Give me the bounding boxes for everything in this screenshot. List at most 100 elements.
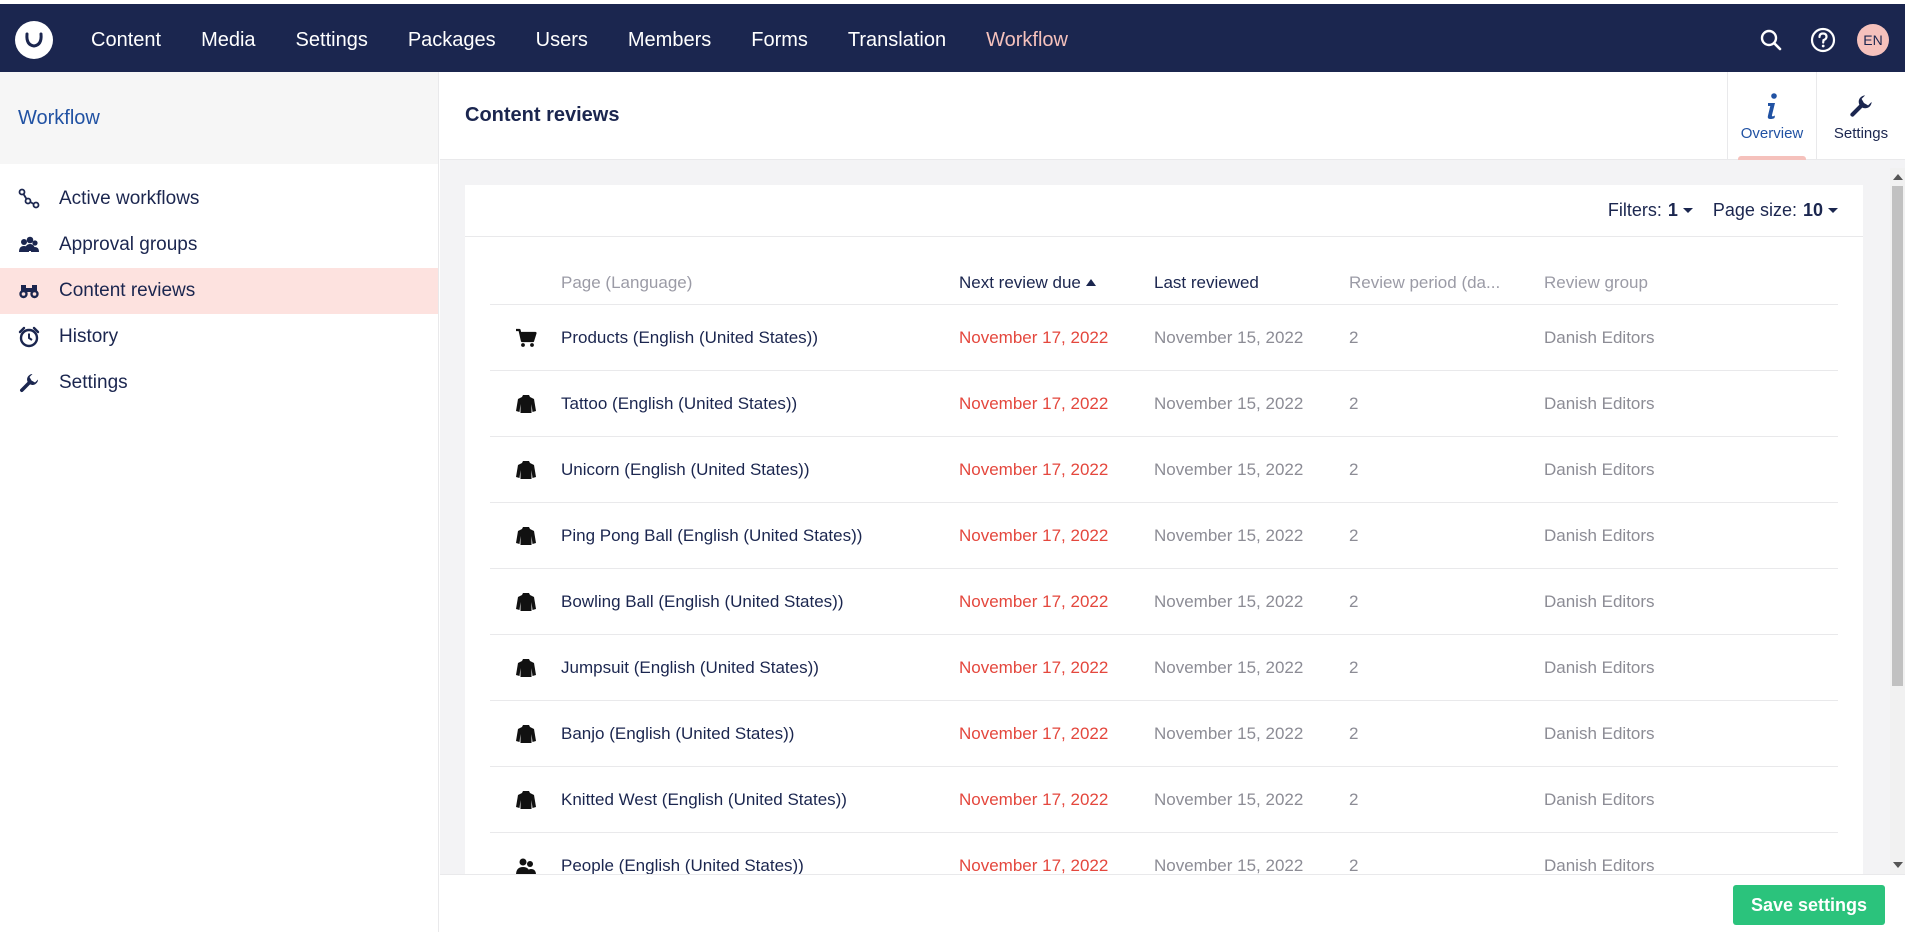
row-page[interactable]: Banjo (English (United States)) (561, 724, 959, 744)
column-next-review-due[interactable]: Next review due (959, 273, 1154, 293)
umbraco-logo-icon[interactable] (15, 21, 53, 59)
info-icon (1764, 91, 1780, 121)
row-next-review: November 17, 2022 (959, 459, 1109, 479)
nav-settings[interactable]: Settings (276, 4, 388, 76)
tab-overview-label: Overview (1740, 124, 1804, 142)
list-toolbar: Filters: 1 Page size: 10 (465, 185, 1863, 237)
sidebar: Workflow Active workflows Approval group… (0, 72, 439, 932)
shirt-icon (490, 591, 561, 613)
editor-footer: Save settings (440, 874, 1905, 932)
row-review-period: 2 (1349, 723, 1359, 743)
row-review-group: Danish Editors (1544, 525, 1655, 545)
row-next-review: November 17, 2022 (959, 723, 1109, 743)
nav-workflow[interactable]: Workflow (966, 4, 1088, 76)
page-size-value: 10 (1802, 200, 1823, 220)
table-row[interactable]: Knitted West (English (United States)) N… (490, 767, 1838, 833)
row-review-period: 2 (1349, 525, 1359, 545)
scroll-down-arrow-icon[interactable] (1893, 862, 1903, 868)
row-last-reviewed: November 15, 2022 (1154, 789, 1304, 809)
user-avatar[interactable]: EN (1857, 24, 1889, 56)
sidebar-item-settings[interactable]: Settings (0, 360, 438, 406)
nav-media[interactable]: Media (181, 4, 275, 76)
sidebar-title[interactable]: Workflow (18, 107, 100, 130)
filters-label: Filters: (1607, 200, 1662, 220)
row-page[interactable]: Knitted West (English (United States)) (561, 790, 959, 810)
row-next-review: November 17, 2022 (959, 657, 1109, 677)
row-next-review: November 17, 2022 (959, 855, 1109, 875)
table-row[interactable]: Ping Pong Ball (English (United States))… (490, 503, 1838, 569)
row-last-reviewed: November 15, 2022 (1154, 657, 1304, 677)
row-next-review: November 17, 2022 (959, 591, 1109, 611)
row-review-group: Danish Editors (1544, 789, 1655, 809)
tab-settings[interactable]: Settings (1816, 72, 1905, 160)
nav-users[interactable]: Users (516, 4, 608, 76)
wrench-icon (1848, 91, 1874, 121)
vertical-scrollbar[interactable] (1890, 168, 1905, 874)
sidebar-item-active-workflows[interactable]: Active workflows (0, 176, 438, 222)
row-review-period: 2 (1349, 459, 1359, 479)
nav-translation[interactable]: Translation (828, 4, 966, 76)
tab-overview[interactable]: Overview (1727, 72, 1816, 160)
people-icon (490, 855, 561, 876)
row-last-reviewed: November 15, 2022 (1154, 393, 1304, 413)
table-row[interactable]: People (English (United States)) Novembe… (490, 833, 1838, 875)
shirt-icon (490, 525, 561, 547)
row-review-period: 2 (1349, 657, 1359, 677)
row-page[interactable]: Ping Pong Ball (English (United States)) (561, 526, 959, 546)
nav-content[interactable]: Content (71, 4, 181, 76)
row-page[interactable]: People (English (United States)) (561, 856, 959, 876)
filters-dropdown[interactable]: Filters: 1 (1608, 200, 1693, 221)
row-page[interactable]: Products (English (United States)) (561, 328, 959, 348)
binoculars-icon (18, 280, 40, 302)
table-row[interactable]: Products (English (United States)) Novem… (490, 305, 1838, 371)
row-page[interactable]: Bowling Ball (English (United States)) (561, 592, 959, 612)
table-row[interactable]: Unicorn (English (United States)) Novemb… (490, 437, 1838, 503)
sidebar-item-history[interactable]: History (0, 314, 438, 360)
help-icon[interactable] (1805, 22, 1841, 58)
row-page[interactable]: Jumpsuit (English (United States)) (561, 658, 959, 678)
column-label: Next review due (959, 272, 1081, 292)
editor-header: Content reviews Overview Settings (440, 72, 1905, 160)
row-next-review: November 17, 2022 (959, 327, 1109, 347)
page-size-label: Page size: (1712, 200, 1797, 220)
row-page[interactable]: Tattoo (English (United States)) (561, 394, 959, 414)
nav-packages[interactable]: Packages (388, 4, 516, 76)
search-icon[interactable] (1753, 22, 1789, 58)
table-row[interactable]: Tattoo (English (United States)) Novembe… (490, 371, 1838, 437)
shirt-icon (490, 393, 561, 415)
table-row[interactable]: Banjo (English (United States)) November… (490, 701, 1838, 767)
shirt-icon (490, 459, 561, 481)
sidebar-item-approval-groups[interactable]: Approval groups (0, 222, 438, 268)
top-tools: EN (1753, 4, 1889, 76)
nav-forms[interactable]: Forms (731, 4, 828, 76)
tab-settings-label: Settings (1833, 124, 1889, 142)
row-review-period: 2 (1349, 591, 1359, 611)
scrollbar-thumb[interactable] (1892, 186, 1903, 686)
save-settings-button[interactable]: Save settings (1732, 885, 1885, 925)
table-row[interactable]: Jumpsuit (English (United States)) Novem… (490, 635, 1838, 701)
row-review-group: Danish Editors (1544, 327, 1655, 347)
workflow-icon (18, 188, 40, 210)
sidebar-tree: Active workflows Approval groups Content… (0, 164, 438, 406)
nav-members[interactable]: Members (608, 4, 731, 76)
row-page[interactable]: Unicorn (English (United States)) (561, 460, 959, 480)
editor-apps: Overview Settings (1727, 72, 1905, 160)
table-header: Page (Language) Next review due Last rev… (490, 261, 1838, 305)
row-next-review: November 17, 2022 (959, 789, 1109, 809)
row-last-reviewed: November 15, 2022 (1154, 525, 1304, 545)
page-size-dropdown[interactable]: Page size: 10 (1713, 200, 1838, 221)
column-review-group[interactable]: Review group (1544, 273, 1838, 293)
chevron-down-icon (1828, 208, 1838, 213)
column-last-reviewed[interactable]: Last reviewed (1154, 273, 1349, 293)
sidebar-item-label: Content reviews (59, 280, 196, 301)
column-page-language[interactable]: Page (Language) (561, 273, 959, 293)
row-next-review: November 17, 2022 (959, 393, 1109, 413)
cart-icon (490, 328, 561, 348)
row-review-period: 2 (1349, 855, 1359, 875)
column-review-period[interactable]: Review period (da... (1349, 273, 1544, 293)
table-row[interactable]: Bowling Ball (English (United States)) N… (490, 569, 1838, 635)
row-next-review: November 17, 2022 (959, 525, 1109, 545)
sidebar-item-content-reviews[interactable]: Content reviews (0, 268, 438, 314)
scroll-up-arrow-icon[interactable] (1893, 174, 1903, 180)
content-reviews-table: Page (Language) Next review due Last rev… (490, 261, 1838, 875)
